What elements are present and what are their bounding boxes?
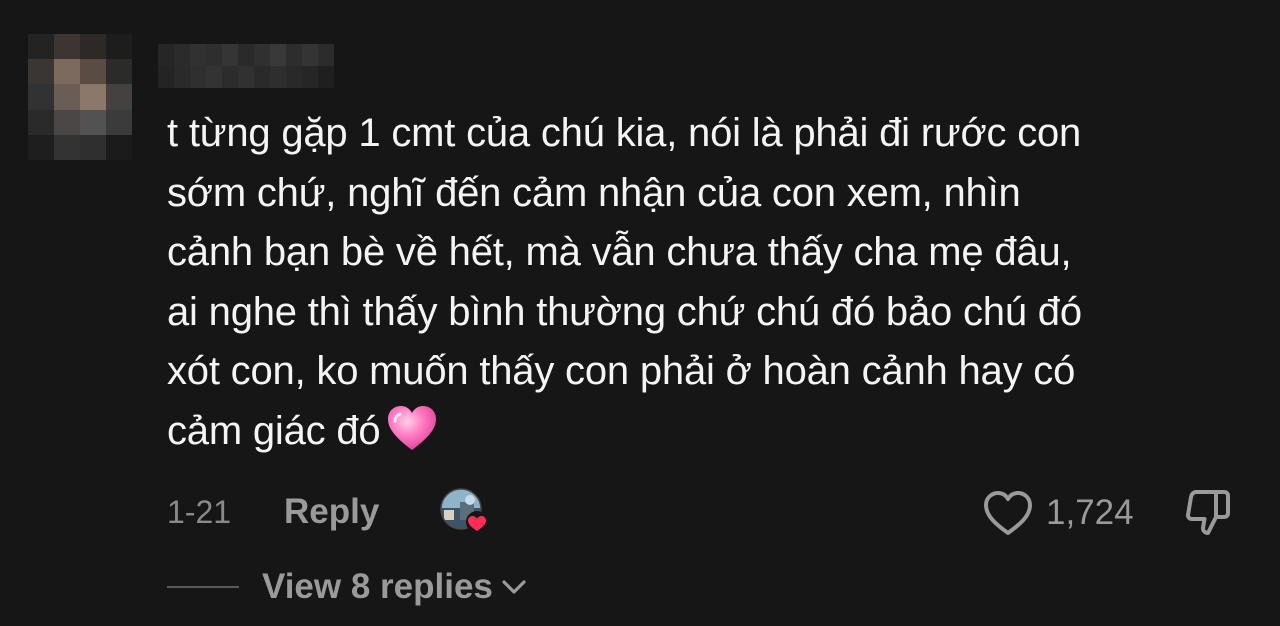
like-group: 1,724 [982, 486, 1134, 540]
comment-line: t từng gặp 1 cmt của chú kia, nói là phả… [167, 111, 1082, 155]
comment-line: cảnh bạn bè về hết, mà vẫn chưa thấy cha… [167, 230, 1072, 274]
comment-line: ai nghe thì thấy bình thường chứ chú đó … [167, 289, 1082, 334]
reply-button[interactable]: Reply [284, 492, 379, 532]
view-replies-button[interactable]: View 8 replies [262, 565, 527, 609]
comment-line: sớm chứ, nghĩ đến cảm nhận của con xem, … [167, 170, 1021, 215]
commenter-username[interactable] [158, 44, 334, 88]
comment-text: t từng gặp 1 cmt của chú kia, nói là phả… [167, 104, 1257, 461]
pink-heart-emoji-icon [388, 405, 437, 450]
comment-line-last: cảm giác đó [167, 402, 1257, 462]
comment-line-text: cảm giác đó [167, 408, 381, 453]
comment-line: xót con, ko muốn thấy con phải ở hoàn cả… [167, 349, 1076, 393]
commenter-avatar[interactable] [28, 34, 132, 160]
like-count: 1,724 [1046, 493, 1134, 532]
creator-liked-avatar [440, 488, 486, 533]
thumbs-down-icon[interactable] [1182, 487, 1234, 539]
chevron-down-icon [502, 580, 526, 594]
heart-outline-icon[interactable] [982, 489, 1034, 537]
view-replies-label: View 8 replies [262, 567, 493, 606]
comment-date: 1-21 [167, 494, 232, 530]
replies-divider [167, 586, 239, 588]
